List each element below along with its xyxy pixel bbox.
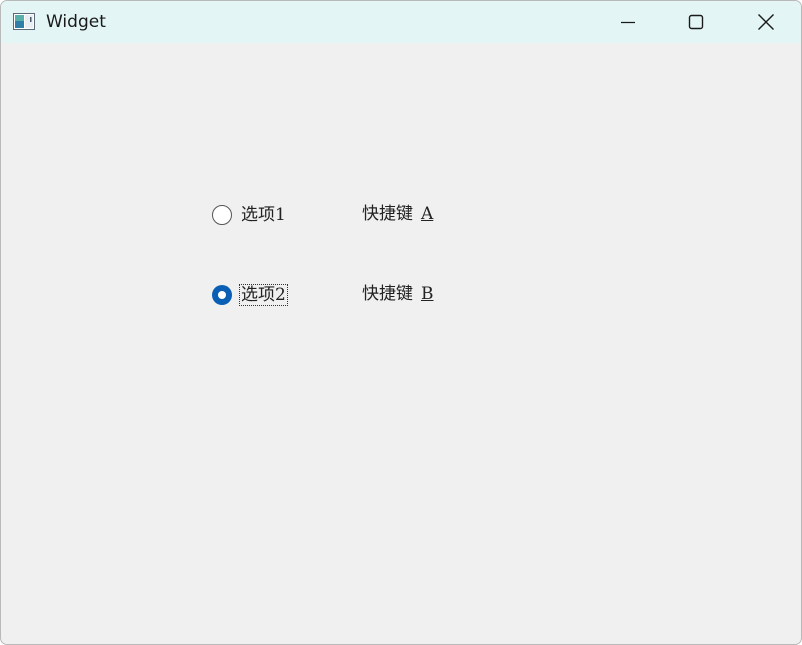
- window-title: Widget: [46, 12, 106, 32]
- minimize-icon: [621, 21, 635, 24]
- close-button[interactable]: [732, 1, 800, 43]
- close-icon: [758, 14, 774, 30]
- radio-option-1-label: 选项1: [241, 205, 286, 225]
- app-window-icon: [13, 13, 35, 30]
- maximize-button[interactable]: [662, 1, 730, 43]
- shortcut-label-a: 快捷键 A: [362, 202, 433, 226]
- shortcut-prefix: 快捷键: [362, 204, 413, 224]
- shortcut-key: A: [421, 204, 434, 224]
- radio-option-2[interactable]: 选项2: [209, 282, 288, 308]
- radio-dot: [218, 291, 226, 299]
- maximize-icon: [688, 14, 704, 30]
- shortcut-label-b: 快捷键 B: [362, 282, 434, 306]
- radio-button-checked[interactable]: [212, 285, 232, 305]
- title-bar[interactable]: Widget: [1, 1, 801, 43]
- radio-option-2-label: 选项2: [239, 284, 288, 306]
- radio-button-unchecked[interactable]: [212, 205, 232, 225]
- app-window: Widget 选项1 选项2 快捷键 A 快捷键 B: [0, 0, 802, 645]
- minimize-button[interactable]: [594, 1, 662, 43]
- radio-option-1[interactable]: 选项1: [209, 202, 287, 228]
- shortcut-prefix: 快捷键: [362, 284, 413, 304]
- shortcut-key: B: [421, 284, 434, 304]
